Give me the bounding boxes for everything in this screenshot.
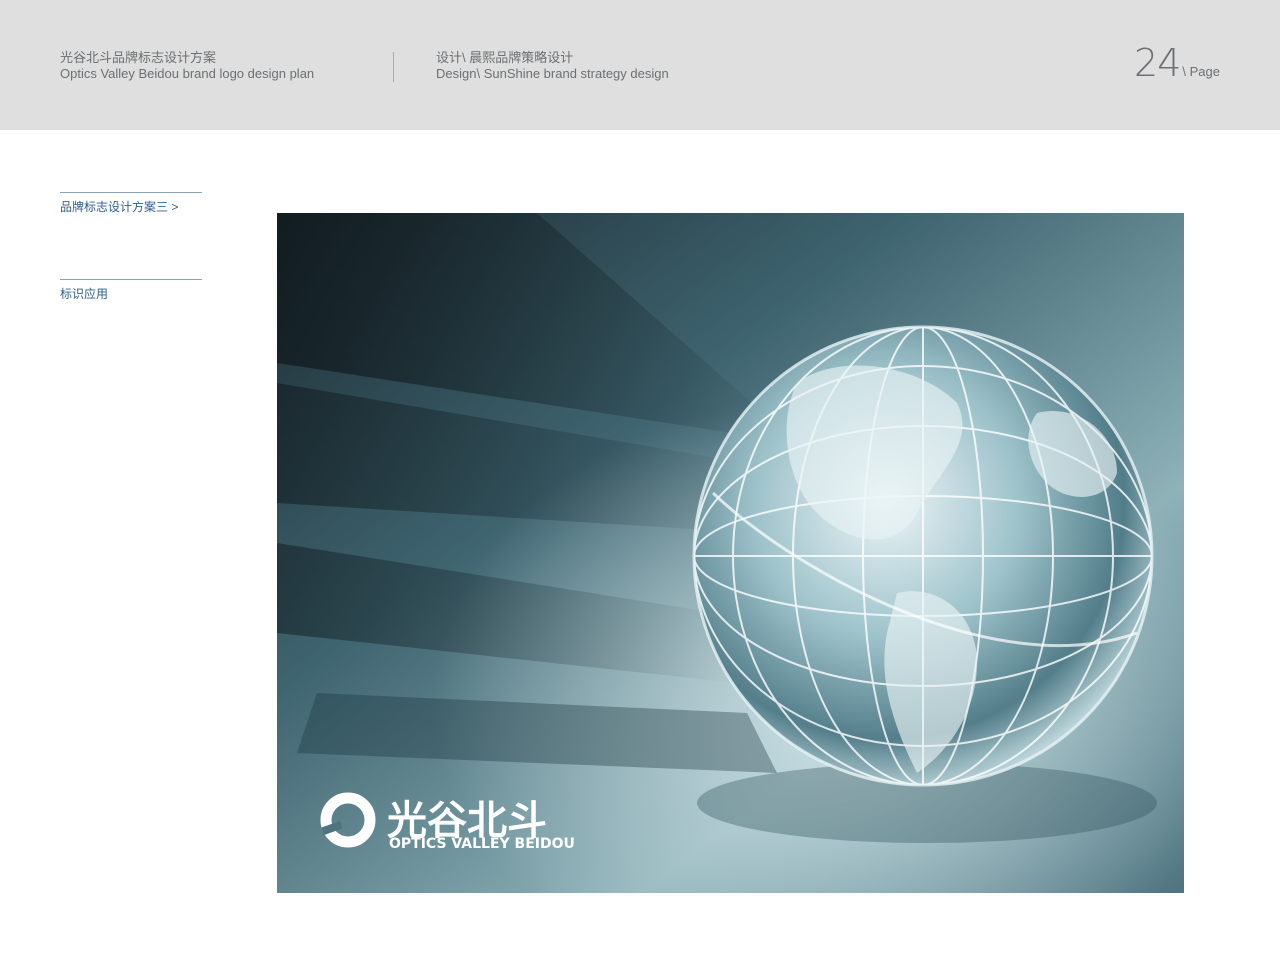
page-number: 24 \ Page xyxy=(1134,44,1220,82)
sidebar-item-logo-application[interactable]: 标识应用 xyxy=(60,279,202,301)
sidebar-item-rule xyxy=(60,192,202,193)
globe-photo-graphic: 光谷北斗 OPTICS VALLEY BEIDOU xyxy=(277,213,1184,893)
header-divider xyxy=(393,52,394,82)
agency-title: 设计\ 晨熙品牌策略设计 Design\ SunShine brand stra… xyxy=(436,50,669,82)
project-title: 光谷北斗品牌标志设计方案 Optics Valley Beidou brand … xyxy=(60,50,314,82)
page-header: 光谷北斗品牌标志设计方案 Optics Valley Beidou brand … xyxy=(0,0,1280,130)
page-number-value: 24 xyxy=(1134,41,1181,85)
sidebar-item-label: 标识应用 xyxy=(60,287,109,301)
sidebar-item-label: 品牌标志设计方案三 > xyxy=(60,200,179,214)
agency-title-en: Design\ SunShine brand strategy design xyxy=(436,66,669,81)
sidebar-item-rule xyxy=(60,279,202,280)
globe-photo: 光谷北斗 OPTICS VALLEY BEIDOU xyxy=(277,213,1184,893)
project-title-en: Optics Valley Beidou brand logo design p… xyxy=(60,66,315,81)
page-number-label: \ Page xyxy=(1182,64,1220,79)
agency-title-cn: 设计\ 晨熙品牌策略设计 xyxy=(436,50,574,65)
project-title-cn: 光谷北斗品牌标志设计方案 xyxy=(60,50,217,65)
sidebar-item-logo-plan[interactable]: 品牌标志设计方案三 > xyxy=(60,192,202,214)
brand-logo-en: OPTICS VALLEY BEIDOU xyxy=(389,836,575,852)
